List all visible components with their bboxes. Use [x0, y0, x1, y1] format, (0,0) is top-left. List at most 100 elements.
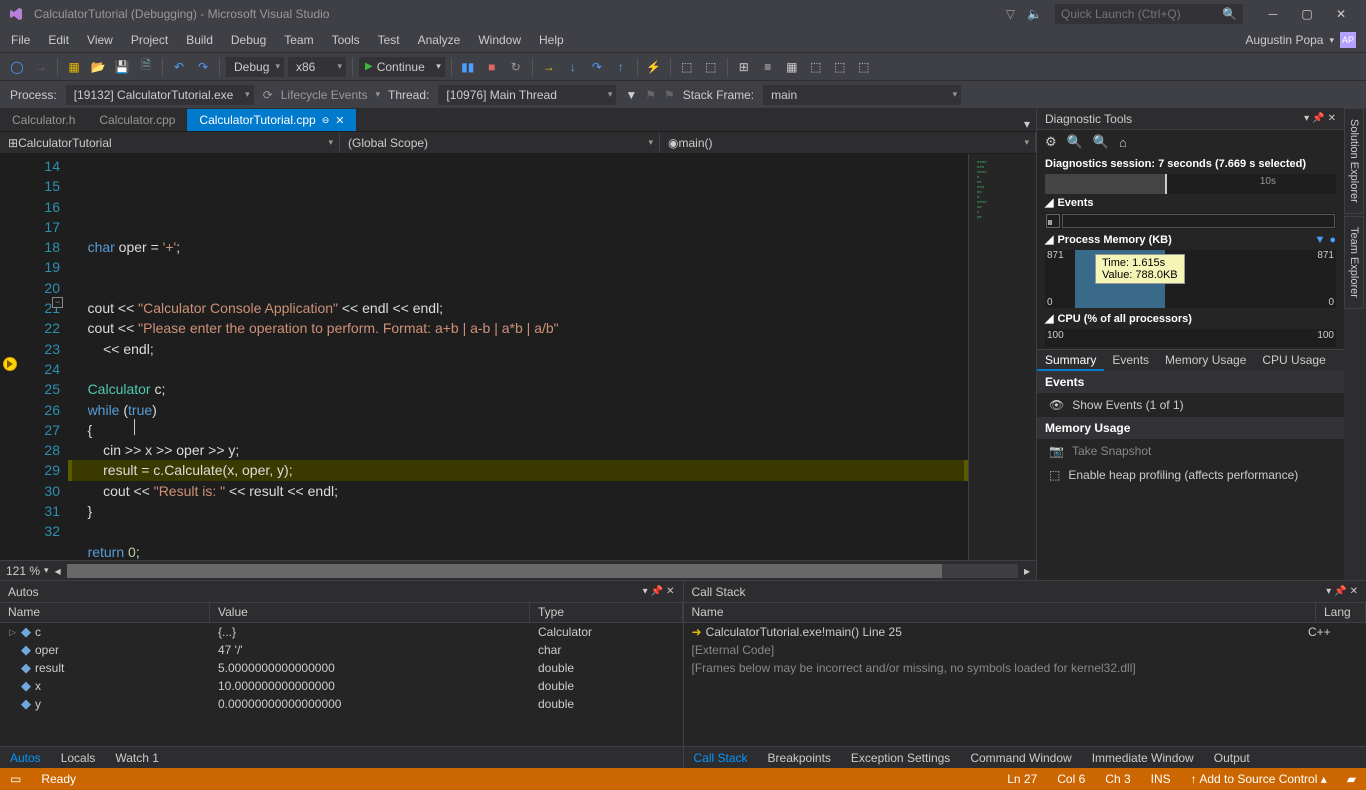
filter-icon[interactable]: ▼	[625, 88, 637, 102]
code-area[interactable]: − char oper = '+'; cout << "Calculator C…	[72, 154, 968, 560]
nav-member[interactable]: ◉ main()	[660, 132, 1036, 153]
save-button[interactable]: 💾	[111, 56, 133, 78]
minimize-button[interactable]: ─	[1256, 2, 1290, 26]
callstack-row[interactable]: [Frames below may be incorrect and/or mi…	[684, 659, 1366, 677]
zoom-control[interactable]: 121 % ▾	[6, 564, 49, 578]
editor-body[interactable]: 14151617181920212223242526272829303132 −…	[0, 154, 1036, 560]
menu-tools[interactable]: Tools	[323, 30, 369, 50]
fold-button[interactable]: −	[52, 297, 63, 308]
menu-build[interactable]: Build	[177, 30, 222, 50]
config-combo[interactable]: Debug	[225, 56, 285, 78]
menu-help[interactable]: Help	[530, 30, 573, 50]
menu-debug[interactable]: Debug	[222, 30, 275, 50]
user-menu[interactable]: Augustin Popa ▾ AP	[1237, 32, 1364, 48]
diag-tab-events[interactable]: Events	[1104, 350, 1157, 371]
status-ins[interactable]: INS	[1151, 772, 1171, 786]
panel-menu-icon[interactable]: ▾	[1304, 113, 1309, 124]
tool-btn-5[interactable]: ⬚	[829, 56, 851, 78]
diag-timeline[interactable]: 10s	[1045, 174, 1336, 194]
tab-immediate-window[interactable]: Immediate Window	[1082, 748, 1204, 768]
tab-calculator-h[interactable]: Calculator.h	[0, 109, 87, 131]
menu-analyze[interactable]: Analyze	[409, 30, 470, 50]
side-tab-solution-explorer[interactable]: Solution Explorer	[1344, 108, 1364, 214]
continue-button[interactable]: ▶ Continue	[358, 56, 446, 78]
show-next-stmt-button[interactable]: →	[538, 56, 560, 78]
diag-tab-summary[interactable]: Summary	[1037, 350, 1104, 371]
close-button[interactable]: ✕	[1324, 2, 1358, 26]
autos-row[interactable]: ◆x10.000000000000000double	[0, 677, 683, 695]
menu-file[interactable]: File	[2, 30, 39, 50]
memory-graph[interactable]: 871 0 871 0 Time: 1.615s Value: 788.0KB	[1045, 250, 1336, 308]
step-into-button[interactable]: ↓	[562, 56, 584, 78]
panel-close-icon[interactable]: ✕	[1350, 586, 1358, 597]
menu-view[interactable]: View	[78, 30, 122, 50]
tab-autos[interactable]: Autos	[0, 748, 51, 768]
redo-button[interactable]: ↷	[192, 56, 214, 78]
notifications-icon[interactable]: ▰	[1347, 772, 1356, 786]
menu-test[interactable]: Test	[369, 30, 409, 50]
nav-back-button[interactable]: ◯	[6, 56, 28, 78]
callstack-row[interactable]: ➜ CalculatorTutorial.exe!main() Line 25C…	[684, 623, 1366, 641]
tab-callstack[interactable]: Call Stack	[684, 748, 758, 768]
diag-tab-cpu[interactable]: CPU Usage	[1254, 350, 1333, 371]
open-file-button[interactable]: 📂	[87, 56, 109, 78]
tab-exception-settings[interactable]: Exception Settings	[841, 748, 960, 768]
take-snapshot-link[interactable]: 📷Take Snapshot	[1037, 439, 1344, 463]
tab-locals[interactable]: Locals	[51, 748, 106, 768]
close-tab-icon[interactable]: ✕	[335, 114, 344, 127]
overview-ruler[interactable]: ■■■■■■■■■■■■■■■■■■■■■■■■■■■■■	[968, 154, 1036, 560]
tab-overflow-button[interactable]: ▾	[1018, 117, 1036, 131]
autos-row[interactable]: ▷◆c{...}Calculator	[0, 623, 683, 641]
source-control-button[interactable]: ↑ Add to Source Control ▴	[1191, 772, 1327, 786]
scroll-right-button[interactable]: ▸	[1024, 564, 1030, 578]
callstack-row[interactable]: [External Code]	[684, 641, 1366, 659]
show-events-link[interactable]: 👁Show Events (1 of 1)	[1037, 393, 1344, 417]
maximize-button[interactable]: ▢	[1290, 2, 1324, 26]
undo-button[interactable]: ↶	[168, 56, 190, 78]
lifecycle-label[interactable]: Lifecycle Events	[281, 88, 368, 102]
tool-btn-2[interactable]: ≡	[757, 56, 779, 78]
panel-menu-icon[interactable]: ▾	[1326, 586, 1331, 597]
panel-close-icon[interactable]: ✕	[1328, 113, 1336, 124]
intellitrace-button[interactable]: ⚡	[643, 56, 665, 78]
autos-row[interactable]: ◆y0.00000000000000000double	[0, 695, 683, 713]
status-ch[interactable]: Ch 3	[1105, 772, 1130, 786]
reset-zoom-icon[interactable]: ⌂	[1119, 135, 1127, 150]
step-over-button[interactable]: ↷	[586, 56, 608, 78]
horizontal-scrollbar[interactable]	[67, 564, 1018, 578]
menu-window[interactable]: Window	[469, 30, 530, 50]
autos-row[interactable]: ◆oper47 '/'char	[0, 641, 683, 659]
nav-scope[interactable]: (Global Scope)	[340, 132, 660, 153]
notification-icon[interactable]: ▽	[1006, 7, 1015, 21]
events-section-header[interactable]: ◢ Events	[1045, 196, 1336, 209]
tab-calculator-cpp[interactable]: Calculator.cpp	[87, 109, 187, 131]
restart-button[interactable]: ↻	[505, 56, 527, 78]
autos-grid[interactable]: ▷◆c{...}Calculator◆oper47 '/'char◆result…	[0, 623, 683, 746]
process-combo[interactable]: [19132] CalculatorTutorial.exe	[65, 84, 255, 106]
flag-icon[interactable]: ⚑	[645, 88, 656, 102]
tool-btn-3[interactable]: ▦	[781, 56, 803, 78]
tab-breakpoints[interactable]: Breakpoints	[758, 748, 841, 768]
panel-pin-icon[interactable]: 📌	[651, 586, 663, 597]
cpu-section-header[interactable]: ◢ CPU (% of all processors)	[1045, 312, 1336, 325]
pin-icon[interactable]: ⊖	[322, 115, 330, 126]
feedback-icon[interactable]: 🔈	[1027, 7, 1042, 21]
status-line[interactable]: Ln 27	[1007, 772, 1037, 786]
scroll-left-button[interactable]: ◂	[55, 564, 61, 578]
flag2-icon[interactable]: ⚑	[664, 88, 675, 102]
panel-pin-icon[interactable]: 📌	[1312, 113, 1324, 124]
panel-pin-icon[interactable]: 📌	[1334, 586, 1346, 597]
menu-project[interactable]: Project	[122, 30, 177, 50]
thread-combo[interactable]: [10976] Main Thread	[437, 84, 617, 106]
nav-project[interactable]: ⊞ CalculatorTutorial	[0, 132, 340, 153]
heap-profiling-link[interactable]: ⬚Enable heap profiling (affects performa…	[1037, 463, 1344, 487]
panel-close-icon[interactable]: ✕	[666, 586, 674, 597]
panel-menu-icon[interactable]: ▾	[643, 586, 648, 597]
stackframe-combo[interactable]: main	[762, 84, 962, 106]
zoom-out-icon[interactable]: 🔍	[1093, 134, 1109, 150]
tool-btn-1[interactable]: ⊞	[733, 56, 755, 78]
zoom-in-icon[interactable]: 🔍	[1067, 134, 1083, 150]
threads-button[interactable]: ⬚	[700, 56, 722, 78]
save-all-button[interactable]: 🗎	[135, 56, 157, 78]
callstack-grid[interactable]: ➜ CalculatorTutorial.exe!main() Line 25C…	[684, 623, 1366, 746]
